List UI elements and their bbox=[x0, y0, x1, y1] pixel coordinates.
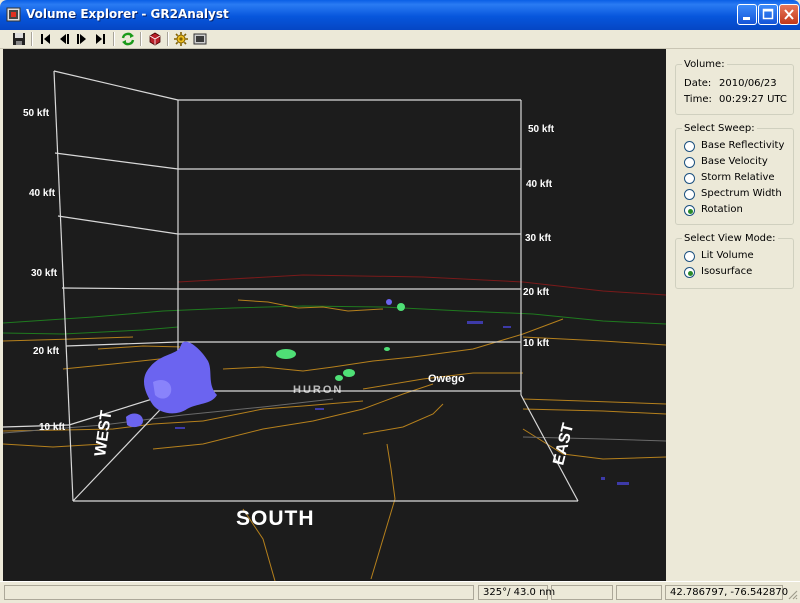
status-panel-empty bbox=[616, 585, 662, 600]
direction-label-south: SOUTH bbox=[236, 507, 315, 530]
close-icon bbox=[784, 9, 794, 20]
view-mode-legend: Select View Mode: bbox=[684, 233, 776, 244]
time-label: Time: bbox=[684, 94, 712, 105]
date-value: 2010/06/23 bbox=[719, 78, 777, 89]
height-label-right: 30 kft bbox=[525, 233, 552, 244]
resize-grip-icon[interactable] bbox=[786, 588, 798, 600]
radio-button[interactable] bbox=[684, 189, 695, 200]
radio-button-selected[interactable] bbox=[684, 205, 695, 216]
volume-legend: Volume: bbox=[684, 59, 725, 70]
status-panel-empty bbox=[551, 585, 613, 600]
rotation-fragment bbox=[601, 477, 605, 480]
time-value: 00:29:27 UTC bbox=[719, 94, 787, 105]
toolbar-separator bbox=[31, 32, 33, 46]
title-bar[interactable]: Volume Explorer - GR2Analyst bbox=[0, 0, 800, 30]
rotation-fragment bbox=[503, 326, 511, 328]
city-label-faded: HURON bbox=[293, 384, 343, 396]
display-icon[interactable] bbox=[192, 31, 208, 47]
height-label-left: 30 kft bbox=[31, 268, 58, 279]
maximize-button[interactable] bbox=[758, 4, 778, 25]
date-row: Date: 2010/06/23 bbox=[684, 78, 777, 89]
time-row: Time: 00:29:27 UTC bbox=[684, 94, 787, 105]
velocity-isosurface bbox=[335, 375, 343, 381]
height-label-left: 40 kft bbox=[29, 188, 56, 199]
rotation-fragment bbox=[467, 321, 483, 324]
radio-button[interactable] bbox=[684, 141, 695, 152]
height-label-left: 20 kft bbox=[33, 346, 60, 357]
toolbar-separator bbox=[167, 32, 169, 46]
close-button[interactable] bbox=[779, 4, 799, 25]
refresh-icon[interactable] bbox=[120, 31, 136, 47]
radio-button[interactable] bbox=[684, 157, 695, 168]
velocity-isosurface bbox=[384, 347, 390, 351]
radio-button-selected[interactable] bbox=[684, 267, 695, 278]
height-label-right: 10 kft bbox=[523, 338, 550, 349]
direction-label-east: EAST bbox=[550, 421, 577, 467]
maximize-icon bbox=[762, 8, 774, 20]
height-label-left: 10 kft bbox=[39, 422, 66, 433]
minimize-icon bbox=[743, 17, 750, 20]
county-boundary bbox=[3, 326, 179, 335]
volume-scene: 50 kft 40 kft 30 kft 20 kft 10 kft 50 kf… bbox=[3, 70, 666, 581]
city-label-owego: Owego bbox=[428, 373, 465, 385]
rotation-fragment bbox=[175, 427, 185, 429]
app-icon bbox=[6, 7, 21, 22]
height-label-right: 40 kft bbox=[526, 179, 553, 190]
radio-button[interactable] bbox=[684, 173, 695, 184]
date-label: Date: bbox=[684, 78, 712, 89]
velocity-isosurface bbox=[343, 369, 355, 377]
velocity-isosurface bbox=[397, 303, 405, 311]
height-label-right: 20 kft bbox=[523, 287, 550, 298]
status-panel-message bbox=[4, 585, 474, 600]
toolbar-separator bbox=[140, 32, 142, 46]
volume-grid bbox=[3, 70, 579, 502]
previous-frame-icon[interactable] bbox=[56, 31, 72, 47]
3d-volume-icon[interactable] bbox=[147, 31, 163, 47]
toolbar-separator bbox=[113, 32, 115, 46]
sweep-legend: Select Sweep: bbox=[684, 123, 755, 134]
rotation-isosurface-small bbox=[126, 413, 143, 428]
rotation-fragment bbox=[617, 482, 629, 485]
rotation-isosurface bbox=[143, 341, 217, 414]
height-label-right: 50 kft bbox=[528, 124, 555, 135]
last-frame-icon[interactable] bbox=[92, 31, 108, 47]
rotation-isosurface bbox=[386, 299, 392, 305]
volume-info-group: Volume: Date: 2010/06/23 Time: 00:29:27 … bbox=[675, 59, 794, 115]
status-coordinates: 42.786797, -76.542870 bbox=[665, 585, 788, 600]
rotation-fragment bbox=[315, 408, 324, 410]
minimize-button[interactable] bbox=[737, 4, 757, 25]
side-panel: Volume: Date: 2010/06/23 Time: 00:29:27 … bbox=[667, 49, 800, 581]
region-boundary bbox=[177, 274, 666, 296]
first-frame-icon[interactable] bbox=[38, 31, 54, 47]
height-label-left: 50 kft bbox=[23, 108, 50, 119]
status-bar: 325°/ 43.0 nm 42.786797, -76.542870 bbox=[0, 581, 800, 603]
select-sweep-group: Select Sweep: Base Reflectivity Base Vel… bbox=[675, 123, 794, 225]
next-frame-icon[interactable] bbox=[74, 31, 90, 47]
toolbar bbox=[0, 30, 800, 49]
window-title: Volume Explorer - GR2Analyst bbox=[26, 7, 229, 21]
status-bearing: 325°/ 43.0 nm bbox=[478, 585, 555, 600]
view-mode-group: Select View Mode: Lit Volume Isosurface bbox=[675, 233, 794, 289]
volume-3d-view[interactable]: 50 kft 40 kft 30 kft 20 kft 10 kft 50 kf… bbox=[3, 49, 666, 581]
radio-button[interactable] bbox=[684, 251, 695, 262]
velocity-isosurface bbox=[276, 349, 296, 359]
save-icon[interactable] bbox=[11, 31, 27, 47]
settings-icon[interactable] bbox=[173, 31, 189, 47]
